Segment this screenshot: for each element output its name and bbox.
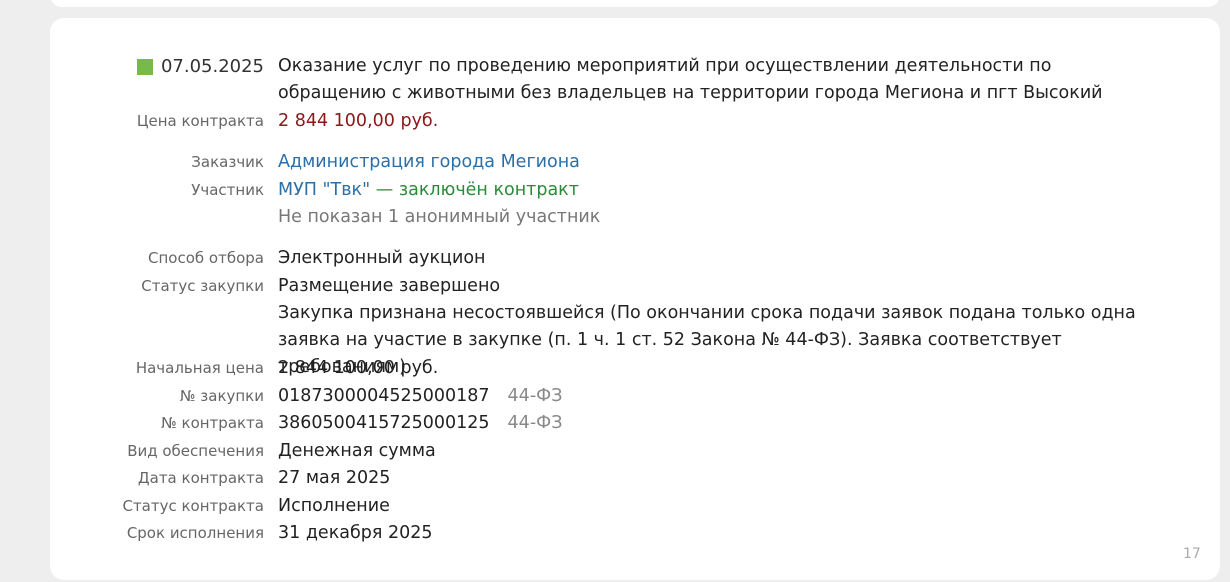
start-price-value: 2 844 100,00 руб.: [278, 358, 439, 378]
contract-no-value: 3860500415725000125 44-ФЗ: [278, 410, 562, 437]
security-row: Вид обеспечения Денежная сумма: [50, 438, 1190, 465]
participant-status: — заключён контракт: [375, 180, 579, 200]
purchase-no-row: № закупки 0187300004525000187 44-ФЗ: [50, 383, 1190, 410]
purchase-no[interactable]: 0187300004525000187: [278, 386, 490, 406]
purchase-no-value: 0187300004525000187 44-ФЗ: [278, 383, 562, 410]
status-value: Размещение завершено: [278, 276, 501, 296]
status-label: Статус закупки: [141, 277, 264, 295]
customer-row: Заказчик Администрация города Мегиона: [50, 149, 1190, 176]
contract-law-badge: 44-ФЗ: [507, 413, 563, 433]
hidden-participants-row: Не показан 1 анонимный участник: [50, 204, 1190, 231]
deadline-value: 31 декабря 2025: [278, 523, 433, 543]
title-row: 07.05.2025 Оказание услуг по проведению …: [50, 53, 1190, 107]
status-row: Статус закупки Размещение завершено: [50, 273, 1190, 300]
participant-link[interactable]: МУП "Твк": [278, 180, 370, 200]
contract-date-row: Дата контракта 27 мая 2025: [50, 465, 1190, 492]
contract-date-value: 27 мая 2025: [278, 468, 391, 488]
tender-card: 07.05.2025 Оказание услуг по проведению …: [50, 18, 1220, 580]
participant-value: МУП "Твк" — заключён контракт: [278, 177, 579, 204]
publish-date-text: 07.05.2025: [160, 56, 264, 77]
previous-card: [50, 0, 1220, 7]
security-value: Денежная сумма: [278, 441, 436, 461]
tender-title[interactable]: Оказание услуг по проведению мероприятий…: [278, 53, 1158, 107]
contract-status-label: Статус контракта: [122, 497, 264, 515]
contract-status-value: Исполнение: [278, 496, 390, 516]
contract-no-label: № контракта: [161, 414, 264, 432]
contract-no[interactable]: 3860500415725000125: [278, 413, 490, 433]
price-row: Цена контракта 2 844 100,00 руб.: [50, 108, 1190, 135]
contract-no-row: № контракта 3860500415725000125 44-ФЗ: [50, 410, 1190, 437]
deadline-label: Срок исполнения: [126, 524, 264, 542]
price-label: Цена контракта: [136, 112, 264, 130]
method-row: Способ отбора Электронный аукцион: [50, 245, 1190, 272]
customer-label: Заказчик: [191, 153, 264, 171]
start-price-label: Начальная цена: [135, 359, 264, 377]
participant-row: Участник МУП "Твк" — заключён контракт: [50, 177, 1190, 204]
contract-date-label: Дата контракта: [137, 469, 264, 487]
page-number: 17: [1183, 546, 1201, 562]
status-square-icon: [136, 58, 153, 75]
purchase-law-badge: 44-ФЗ: [507, 386, 563, 406]
method-label: Способ отбора: [148, 249, 264, 267]
customer-link[interactable]: Администрация города Мегиона: [278, 149, 580, 176]
method-value: Электронный аукцион: [278, 248, 486, 268]
deadline-row: Срок исполнения 31 декабря 2025: [50, 520, 1190, 547]
contract-price: 2 844 100,00 руб.: [278, 111, 439, 131]
purchase-no-label: № закупки: [179, 387, 264, 405]
start-price-row: Начальная цена 2 844 100,00 руб.: [50, 355, 1190, 382]
security-label: Вид обеспечения: [127, 442, 264, 460]
contract-status-row: Статус контракта Исполнение: [50, 493, 1190, 520]
participant-label: Участник: [191, 181, 264, 199]
publish-date: 07.05.2025: [50, 53, 264, 80]
hidden-participants-note: Не показан 1 анонимный участник: [278, 207, 601, 227]
